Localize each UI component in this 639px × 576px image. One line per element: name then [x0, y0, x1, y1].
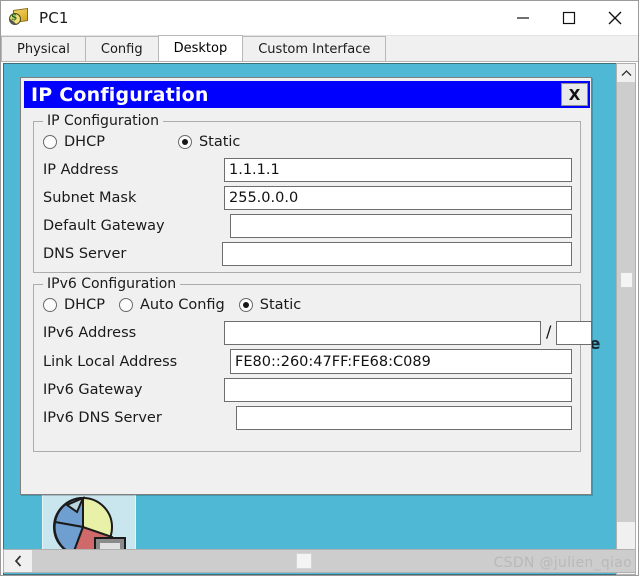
- tab-strip: Physical Config Desktop Custom Interface: [1, 35, 638, 62]
- window-title: PC1: [39, 9, 69, 27]
- ip-configuration-dialog-title: IP Configuration: [31, 83, 209, 106]
- desktop-canvas: Dialer Editor Firewall te IP Configurati…: [3, 63, 636, 575]
- radio-dot-icon: [43, 135, 57, 149]
- vertical-scrollbar-track[interactable]: [617, 82, 635, 522]
- vertical-scrollbar[interactable]: [616, 63, 636, 575]
- input-ip-address[interactable]: 1.1.1.1: [224, 158, 572, 182]
- scroll-up-arrow-icon[interactable]: [617, 64, 635, 82]
- input-default-gateway[interactable]: [230, 214, 572, 238]
- ip-configuration-dialog-titlebar: IP Configuration X: [24, 81, 590, 108]
- tab-config[interactable]: Config: [84, 36, 159, 61]
- radio-dot-icon: [177, 135, 192, 149]
- ipv4-radio-static-label: Static: [198, 134, 241, 150]
- label-dns-server: DNS Server: [43, 246, 127, 262]
- label-link-local-address: Link Local Address: [43, 354, 178, 370]
- input-dns-server[interactable]: [222, 242, 572, 266]
- window-controls: [500, 1, 638, 36]
- ipv6-mode-radio-group: DHCP Auto Config Static: [43, 297, 301, 313]
- pc1-window: $ PC1 Physical Config Desktop Custom Int…: [0, 0, 639, 576]
- label-subnet-mask: Subnet Mask: [43, 190, 137, 206]
- input-ipv6-prefix-length[interactable]: [556, 321, 592, 345]
- ipv4-group-title: IP Configuration: [43, 113, 163, 129]
- ipv6-radio-auto-config[interactable]: Auto Config: [118, 297, 225, 313]
- tab-custom-interface[interactable]: Custom Interface: [242, 36, 387, 61]
- input-ipv6-address[interactable]: [224, 321, 541, 345]
- radio-dot-icon: [238, 298, 253, 312]
- ipv6-radio-static[interactable]: Static: [238, 297, 302, 313]
- label-ipv6-address: IPv6 Address: [43, 325, 137, 341]
- ip-configuration-dialog: IP Configuration X IP Configuration DHCP: [20, 77, 592, 495]
- radio-dot-icon: [118, 298, 133, 312]
- ip-configuration-dialog-body: IP Configuration DHCP Static IP Address …: [24, 108, 592, 493]
- horizontal-scrollbar-thumb[interactable]: [296, 553, 312, 569]
- desktop-background: Dialer Editor Firewall te IP Configurati…: [4, 64, 635, 574]
- input-ipv6-gateway[interactable]: [224, 378, 572, 402]
- ip-configuration-close-button[interactable]: X: [561, 83, 588, 106]
- window-titlebar: $ PC1: [1, 1, 638, 36]
- ipv6-radio-dhcp[interactable]: DHCP: [43, 297, 105, 313]
- ipv6-radio-static-label: Static: [259, 297, 302, 313]
- ipv6-configuration-group: IPv6 Configuration DHCP Auto Config Stat…: [33, 276, 592, 452]
- input-subnet-mask[interactable]: 255.0.0.0: [224, 186, 572, 210]
- ipv6-radio-auto-config-label: Auto Config: [139, 297, 225, 313]
- minimize-button[interactable]: [500, 1, 546, 36]
- tab-desktop[interactable]: Desktop: [157, 35, 244, 61]
- input-link-local-address[interactable]: FE80::260:47FF:FE68:C089: [230, 349, 572, 374]
- ipv6-prefix-separator: /: [546, 322, 552, 341]
- label-default-gateway: Default Gateway: [43, 218, 165, 234]
- label-ip-address: IP Address: [43, 162, 119, 178]
- ipv4-configuration-group: IP Configuration DHCP Static IP Address …: [33, 113, 581, 273]
- close-button[interactable]: [592, 1, 638, 36]
- ipv4-radio-dhcp[interactable]: DHCP: [43, 134, 105, 150]
- vertical-scrollbar-thumb[interactable]: [620, 272, 633, 288]
- watermark: CSDN @julien_qiao: [493, 555, 632, 571]
- label-ipv6-gateway: IPv6 Gateway: [43, 382, 143, 398]
- scroll-left-arrow-icon[interactable]: [4, 550, 32, 572]
- ipv4-radio-static[interactable]: Static: [177, 134, 241, 150]
- ipv6-radio-dhcp-label: DHCP: [64, 297, 105, 313]
- packet-tracer-device-icon: $: [9, 7, 31, 28]
- input-ipv6-dns-server[interactable]: [236, 406, 572, 430]
- ipv4-mode-radio-group: DHCP Static: [43, 134, 240, 150]
- radio-dot-icon: [43, 298, 57, 312]
- maximize-button[interactable]: [546, 1, 592, 36]
- label-ipv6-dns-server: IPv6 DNS Server: [43, 410, 162, 426]
- ipv4-radio-dhcp-label: DHCP: [64, 134, 105, 150]
- ipv6-group-title: IPv6 Configuration: [43, 276, 181, 292]
- tab-physical[interactable]: Physical: [1, 36, 86, 61]
